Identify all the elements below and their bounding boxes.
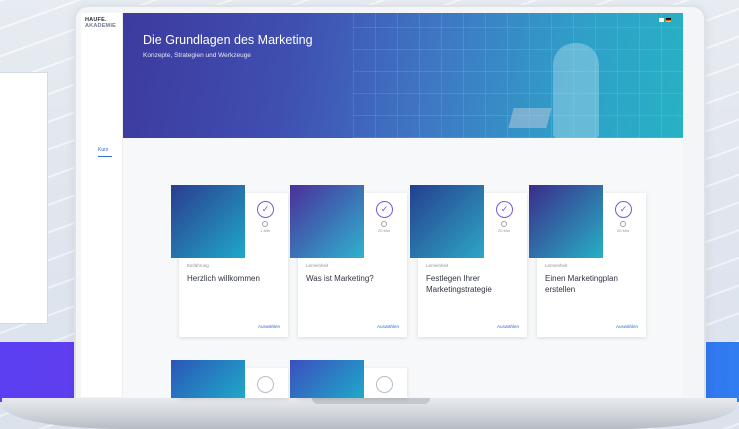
select-button[interactable]: Auswählen [377,324,399,329]
card-duration: 20 Min [497,228,510,233]
hero-banner: Die Grundlagen des Marketing Konzepte, S… [123,13,683,138]
card-thumbnail [410,185,484,258]
card-title: Was ist Marketing? [306,274,374,283]
card-title: Festlegen Ihrer Marketingstrategie [426,274,492,294]
clock-icon [501,221,507,227]
card-type: Lerneinheit [426,263,449,268]
select-button[interactable]: Auswählen [616,324,638,329]
card-thumbnail [171,360,245,398]
card-duration: 20 Min [616,228,629,233]
sidebar: HAUFE. AKADEMIE [81,13,123,397]
background-panel [0,72,48,324]
haufe-logo[interactable]: HAUFE. AKADEMIE [85,17,123,31]
language-flag-icon[interactable] [659,18,671,22]
check-circle-icon [376,376,393,393]
check-circle-icon [257,376,274,393]
course-card[interactable]: ✓ 20 Min Lerneinheit Einen Marketingplan… [529,185,646,337]
select-button[interactable]: Auswählen [497,324,519,329]
clock-icon [620,221,626,227]
course-card[interactable] [171,360,288,398]
course-card[interactable]: ✓ 20 Min Lerneinheit Festlegen Ihrer Mar… [410,185,527,337]
logo-line2: AKADEMIE [85,23,116,29]
card-duration: 1 Min [260,228,270,233]
course-card[interactable] [290,360,407,398]
card-thumbnail [529,185,603,258]
check-circle-icon: ✓ [257,201,274,218]
check-circle-icon: ✓ [615,201,632,218]
tab-kurs[interactable]: Kurs [98,147,108,153]
card-thumbnail [171,185,245,258]
clock-icon [262,221,268,227]
select-button[interactable]: Auswählen [258,324,280,329]
laptop-notch [312,398,430,404]
card-type: Einführung [187,263,209,268]
check-circle-icon: ✓ [376,201,393,218]
laptop-base [2,398,737,429]
card-type: Lerneinheit [545,263,568,268]
card-thumbnail [290,185,364,258]
course-card[interactable]: ✓ 20 Min Lerneinheit Was ist Marketing? … [290,185,407,337]
page-subtitle: Konzepte, Strategien und Werkzeuge [143,52,251,59]
course-card[interactable]: ✓ 1 Min Einführung Herzlich willkommen A… [171,185,288,337]
card-title: Herzlich willkommen [187,274,260,283]
tab-underline [98,156,112,157]
check-circle-icon: ✓ [496,201,513,218]
card-type: Lerneinheit [306,263,329,268]
hero-person-image [553,43,599,138]
card-thumbnail [290,360,364,398]
clock-icon [381,221,387,227]
card-duration: 20 Min [377,228,390,233]
page-title: Die Grundlagen des Marketing [143,33,313,47]
hero-laptop-illustration [508,108,552,128]
card-title: Einen Marketingplan erstellen [545,274,618,294]
